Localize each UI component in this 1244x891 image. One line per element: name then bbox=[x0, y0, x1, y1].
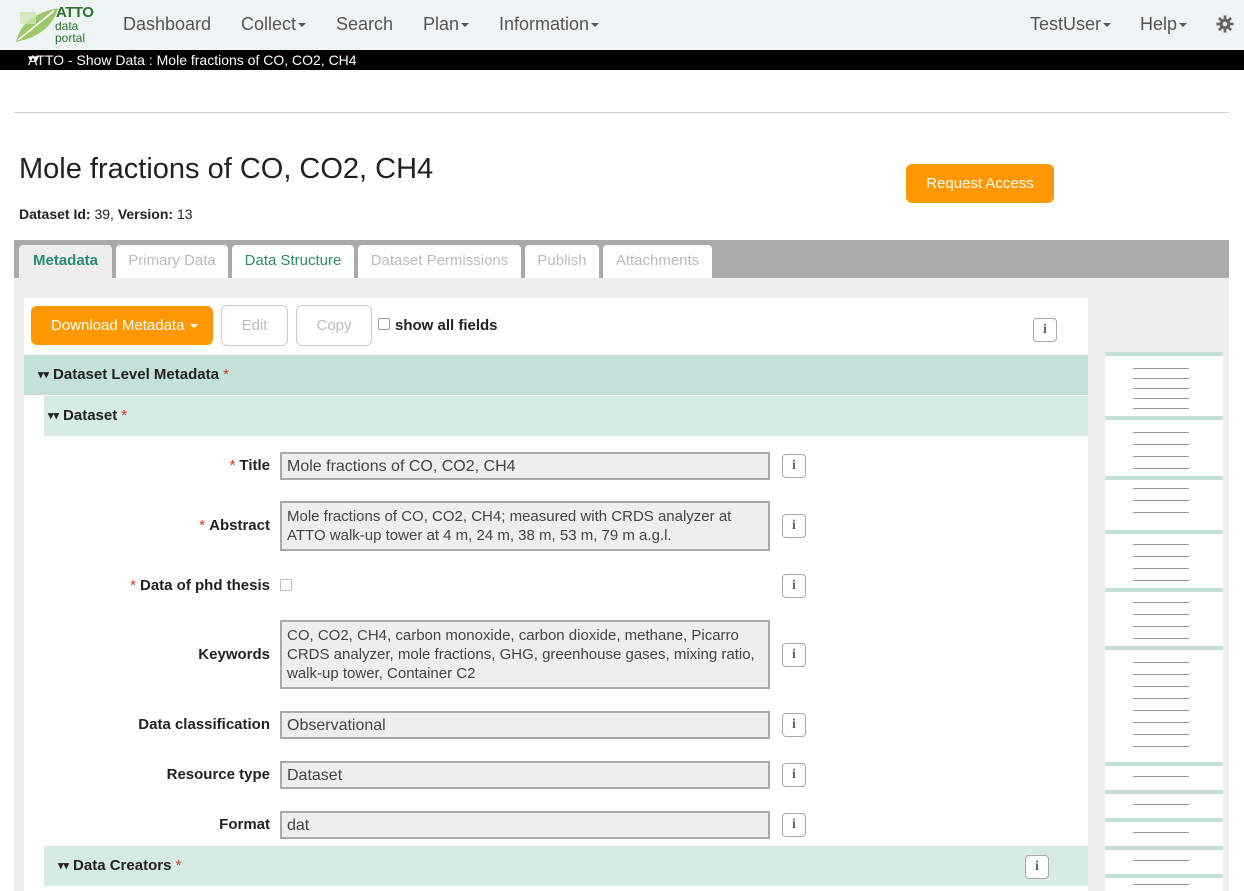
dataset-id-value: 39 bbox=[94, 206, 111, 222]
field-abstract-label-text: Abstract bbox=[209, 517, 270, 534]
required-mark: * bbox=[199, 517, 206, 534]
required-mark: * bbox=[130, 577, 136, 594]
download-metadata-button[interactable]: Download Metadata bbox=[31, 306, 213, 345]
field-label-keywords: Keywords bbox=[198, 646, 270, 663]
info-icon[interactable]: i bbox=[782, 514, 806, 538]
nav-help[interactable]: Help bbox=[1140, 14, 1188, 35]
double-chevron-down-icon: ▾▾ bbox=[28, 53, 40, 65]
double-chevron-down-icon: ▾▾ bbox=[38, 369, 50, 381]
breadcrumb-bar: ATTO - Show Data : Mole fractions of CO,… bbox=[0, 50, 1244, 70]
field-keywords-label-text: Keywords bbox=[198, 646, 270, 663]
version-label: Version: bbox=[117, 206, 174, 222]
field-label-title: * Title bbox=[230, 457, 270, 474]
help-label: Help bbox=[1140, 14, 1178, 34]
page-title: Mole fractions of CO, CO2, CH4 bbox=[19, 153, 434, 185]
info-icon[interactable]: i bbox=[782, 574, 806, 598]
caret-down-icon bbox=[461, 23, 470, 28]
format-field[interactable]: dat bbox=[280, 811, 770, 839]
edit-button[interactable]: Edit bbox=[221, 305, 288, 346]
caret-down-icon bbox=[298, 23, 307, 28]
field-classification-label-text: Data classification bbox=[138, 716, 270, 733]
nav-dashboard[interactable]: Dashboard bbox=[123, 14, 211, 35]
section-level-label: Dataset Level Metadata bbox=[53, 366, 219, 383]
info-icon[interactable]: i bbox=[1033, 318, 1057, 342]
section-data-creators[interactable]: ▾▾ Data Creators * i bbox=[44, 846, 1088, 886]
caret-down-icon bbox=[591, 23, 600, 28]
field-label-classification: Data classification bbox=[138, 716, 270, 733]
tab-attachments[interactable]: Attachments bbox=[603, 245, 712, 278]
info-icon[interactable]: i bbox=[782, 763, 806, 787]
phd-thesis-checkbox[interactable] bbox=[280, 579, 292, 591]
user-name: TestUser bbox=[1030, 14, 1102, 34]
dataset-id-version: Dataset Id: 39, Version: 13 bbox=[19, 206, 193, 222]
logo-sub-text-2: portal bbox=[55, 31, 86, 45]
nav-collect[interactable]: Collect bbox=[241, 14, 307, 35]
required-mark: * bbox=[223, 366, 229, 383]
nav-search-label: Search bbox=[336, 14, 394, 34]
double-chevron-down-icon: ▾▾ bbox=[58, 860, 70, 872]
nav-user-menu[interactable]: TestUser bbox=[1030, 14, 1112, 35]
keywords-field[interactable]: CO, CO2, CH4, carbon monoxide, carbon di… bbox=[280, 620, 770, 689]
field-title-label-text: Title bbox=[239, 457, 270, 474]
divider bbox=[14, 112, 1229, 113]
gear-icon[interactable] bbox=[1216, 15, 1234, 33]
field-resource-type-label-text: Resource type bbox=[166, 766, 270, 783]
field-phd-label-text: Data of phd thesis bbox=[139, 577, 270, 594]
top-navbar: ATTO data portal Dashboard Collect Searc… bbox=[0, 0, 1244, 50]
request-access-button[interactable]: Request Access bbox=[906, 164, 1054, 203]
section-title: ▾▾ Data Creators * bbox=[58, 857, 181, 874]
section-dataset-label: Dataset bbox=[63, 407, 118, 424]
page-minimap[interactable] bbox=[1105, 352, 1223, 891]
field-label-abstract: * Abstract bbox=[199, 517, 270, 534]
nav-collect-label: Collect bbox=[241, 14, 297, 34]
nav-plan-label: Plan bbox=[423, 14, 460, 34]
info-icon[interactable]: i bbox=[782, 713, 806, 737]
caret-down-icon bbox=[1179, 23, 1188, 28]
version-value: 13 bbox=[176, 206, 193, 222]
tab-publish[interactable]: Publish bbox=[525, 245, 599, 278]
section-title: ▾▾ Dataset Level Metadata * bbox=[38, 366, 229, 383]
info-icon[interactable]: i bbox=[1025, 855, 1049, 879]
nav-information[interactable]: Information bbox=[499, 14, 600, 35]
dataset-id-label: Dataset Id: bbox=[19, 206, 91, 222]
nav-dashboard-label: Dashboard bbox=[123, 14, 212, 34]
show-all-fields-label: show all fields bbox=[395, 317, 498, 334]
field-label-resource-type: Resource type bbox=[167, 766, 270, 783]
nav-information-label: Information bbox=[499, 14, 590, 34]
field-label-phd-thesis: * Data of phd thesis bbox=[130, 577, 270, 594]
nav-plan[interactable]: Plan bbox=[423, 14, 470, 35]
section-creators-label: Data Creators bbox=[73, 857, 172, 874]
title-field[interactable]: Mole fractions of CO, CO2, CH4 bbox=[280, 452, 770, 480]
breadcrumb-text: ATTO - Show Data : Mole fractions of CO,… bbox=[28, 52, 357, 68]
double-chevron-down-icon: ▾▾ bbox=[48, 410, 60, 422]
nav-search[interactable]: Search bbox=[336, 14, 393, 35]
field-label-format: Format bbox=[219, 816, 270, 833]
tab-data-structure[interactable]: Data Structure bbox=[232, 245, 354, 278]
info-icon[interactable]: i bbox=[782, 813, 806, 837]
download-metadata-label: Download Metadata bbox=[51, 317, 185, 334]
section-dataset-level-metadata[interactable]: ▾▾ Dataset Level Metadata * bbox=[24, 355, 1088, 395]
info-icon[interactable]: i bbox=[782, 454, 806, 478]
atto-logo[interactable]: ATTO data portal bbox=[14, 4, 98, 46]
caret-down-icon bbox=[1103, 23, 1112, 28]
caret-down-icon bbox=[190, 324, 199, 329]
abstract-field[interactable]: Mole fractions of CO, CO2, CH4; measured… bbox=[280, 501, 770, 551]
resource-type-field[interactable]: Dataset bbox=[280, 761, 770, 789]
field-format-label-text: Format bbox=[219, 816, 270, 833]
copy-button[interactable]: Copy bbox=[296, 305, 372, 346]
required-mark: * bbox=[121, 407, 128, 424]
leaf-logo-icon bbox=[16, 8, 58, 42]
section-dataset[interactable]: ▾▾ Dataset * bbox=[44, 396, 1088, 436]
info-icon[interactable]: i bbox=[782, 643, 806, 667]
required-mark: * bbox=[175, 857, 182, 874]
tab-primary-data[interactable]: Primary Data bbox=[116, 245, 228, 278]
tab-dataset-permissions[interactable]: Dataset Permissions bbox=[358, 245, 521, 278]
tab-metadata[interactable]: Metadata bbox=[19, 245, 112, 278]
data-classification-field[interactable]: Observational bbox=[280, 711, 770, 739]
required-mark: * bbox=[229, 457, 236, 474]
section-title: ▾▾ Dataset * bbox=[48, 407, 127, 424]
show-all-fields-checkbox[interactable] bbox=[378, 318, 390, 330]
